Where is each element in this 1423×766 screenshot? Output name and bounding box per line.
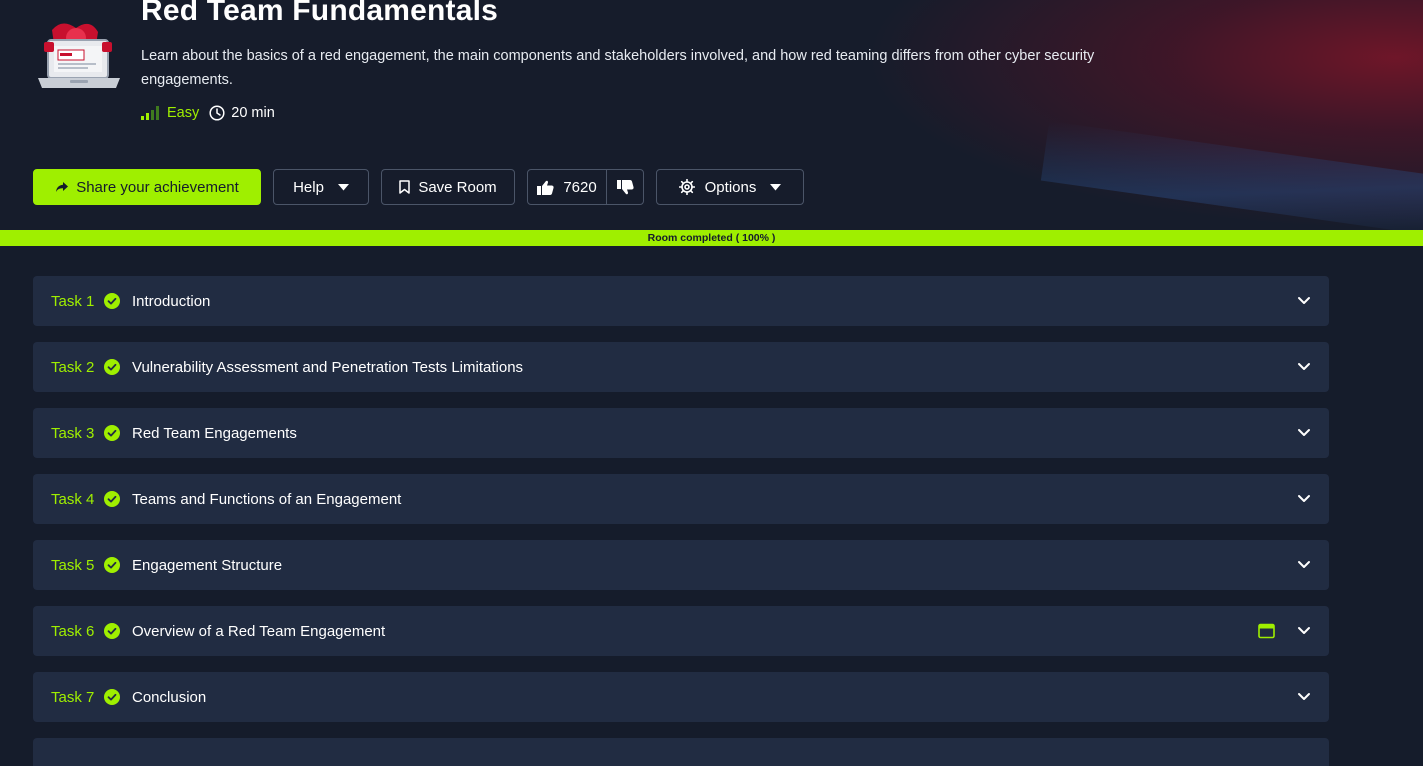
bookmark-icon <box>399 180 411 194</box>
difficulty-bars-icon <box>141 106 159 120</box>
check-circle-icon <box>104 557 120 573</box>
caret-down-icon <box>770 183 782 190</box>
chevron-down-icon[interactable] <box>1297 559 1311 571</box>
help-button-label: Help <box>293 178 324 196</box>
task-row[interactable]: Task 6 Overview of a Red Team Engagement <box>33 606 1329 656</box>
chevron-down-icon[interactable] <box>1297 691 1311 703</box>
difficulty-label: Easy <box>167 105 200 121</box>
task-title: Engagement Structure <box>132 556 283 574</box>
check-circle-icon <box>104 491 120 507</box>
task-number: Task 7 <box>51 688 95 706</box>
room-title: Red Team Fundamentals <box>141 0 499 27</box>
caret-down-icon <box>337 183 349 190</box>
task-number: Task 2 <box>51 358 95 376</box>
chevron-down-icon[interactable] <box>1297 295 1311 307</box>
vote-group: 7620 <box>527 169 644 205</box>
task-row[interactable]: Task 1 Introduction <box>33 276 1329 326</box>
check-circle-icon <box>104 689 120 705</box>
task-number: Task 3 <box>51 424 95 442</box>
browser-window-icon[interactable] <box>1258 623 1275 639</box>
task-number: Task 4 <box>51 490 95 508</box>
upvote-count: 7620 <box>563 178 597 196</box>
chevron-down-icon[interactable] <box>1297 427 1311 439</box>
room-description: Learn about the basics of a red engageme… <box>141 48 1095 88</box>
options-button-label: Options <box>704 178 757 196</box>
chevron-down-icon[interactable] <box>1297 361 1311 373</box>
thumbs-up-icon <box>537 180 554 195</box>
task-number: Task 1 <box>51 292 95 310</box>
room-logo-icon <box>38 23 120 88</box>
chevron-down-icon[interactable] <box>1297 493 1311 505</box>
share-button-label: Share your achievement <box>76 178 239 196</box>
task-list: Task 1 Introduction Task 2 Vulnerability… <box>33 276 1329 766</box>
task-title: Introduction <box>132 292 211 310</box>
chevron-down-icon[interactable] <box>1297 625 1311 637</box>
check-circle-icon <box>104 293 120 309</box>
task-title: Conclusion <box>132 688 207 706</box>
task-number: Task 5 <box>51 556 95 574</box>
upvote-button[interactable]: 7620 <box>528 170 607 204</box>
task-row[interactable]: Task 4 Teams and Functions of an Engagem… <box>33 474 1329 524</box>
gear-icon <box>678 179 695 195</box>
downvote-button[interactable] <box>607 170 643 204</box>
task-row[interactable]: Task 7 Conclusion <box>33 672 1329 722</box>
room-header: Red Team Fundamentals Learn about the ba… <box>0 0 1423 230</box>
clock-icon <box>209 105 225 121</box>
check-circle-icon <box>104 425 120 441</box>
task-title: Vulnerability Assessment and Penetration… <box>132 358 524 376</box>
room-meta: Easy 20 min <box>141 105 275 121</box>
thumbs-down-icon <box>616 179 634 194</box>
save-button-label: Save Room <box>418 178 497 196</box>
help-dropdown-button[interactable]: Help <box>273 169 369 205</box>
task-number: Task 6 <box>51 622 95 640</box>
next-section-card <box>33 738 1329 766</box>
task-row[interactable]: Task 2 Vulnerability Assessment and Pene… <box>33 342 1329 392</box>
save-room-button[interactable]: Save Room <box>381 169 515 205</box>
options-dropdown-button[interactable]: Options <box>656 169 804 205</box>
check-circle-icon <box>104 623 120 639</box>
task-title: Teams and Functions of an Engagement <box>132 490 402 508</box>
share-achievement-button[interactable]: Share your achievement <box>33 169 261 205</box>
task-title: Overview of a Red Team Engagement <box>132 622 386 640</box>
task-title: Red Team Engagements <box>132 424 297 442</box>
room-progress-bar: Room completed ( 100% ) <box>0 230 1423 246</box>
task-row[interactable]: Task 3 Red Team Engagements <box>33 408 1329 458</box>
check-circle-icon <box>104 359 120 375</box>
task-row[interactable]: Task 5 Engagement Structure <box>33 540 1329 590</box>
share-icon <box>56 182 69 192</box>
duration-label: 20 min <box>231 105 275 121</box>
room-progress-label: Room completed ( 100% ) <box>647 232 776 244</box>
